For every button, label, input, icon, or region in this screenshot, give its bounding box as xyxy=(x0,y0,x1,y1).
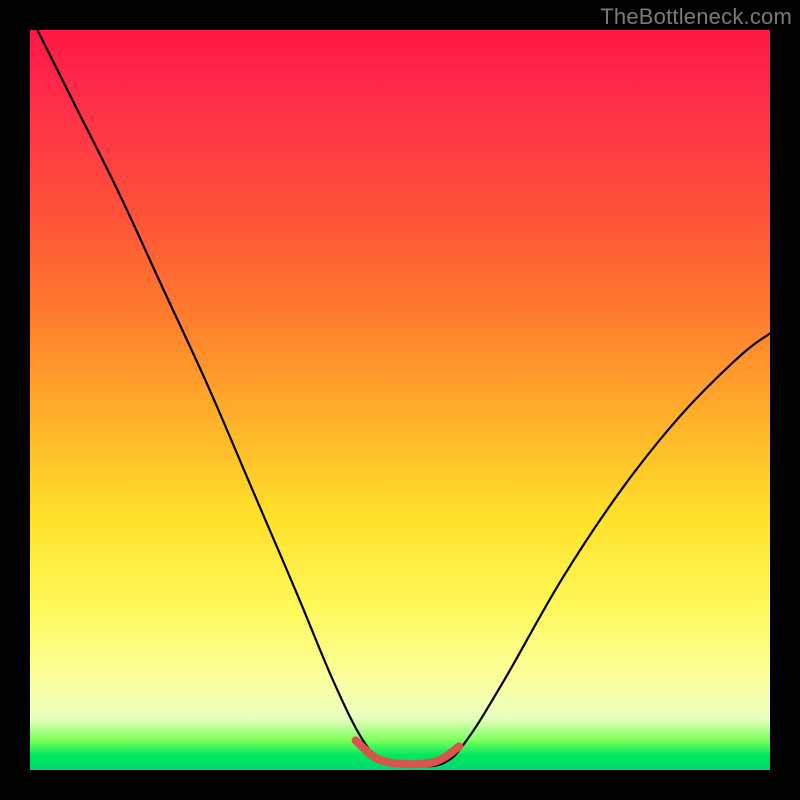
outer-frame: TheBottleneck.com xyxy=(0,0,800,800)
chart-svg xyxy=(30,30,770,770)
bottom-highlight-path xyxy=(356,740,460,764)
chart-plot-area xyxy=(30,30,770,770)
bottleneck-curve-path xyxy=(37,30,770,766)
attribution-label: TheBottleneck.com xyxy=(600,4,792,30)
